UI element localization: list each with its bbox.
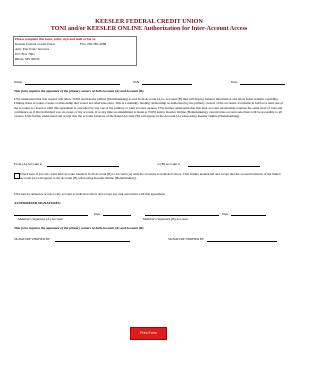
signature-b-date-field[interactable]: [231, 215, 266, 216]
signature-a-caption: Member's Signature (A) Account: [18, 217, 63, 221]
access-terms-paragraph: I/We understand that this request will a…: [14, 97, 284, 119]
form-subtitle: TONI and/or KEESLER ONLINE Authorization…: [50, 25, 248, 32]
date-field[interactable]: [240, 84, 285, 85]
address-line-2: Attn: Electronic Services: [15, 47, 50, 51]
reverse-transfer-text: Check here if you also want inter-accoun…: [20, 172, 281, 181]
org-title: KEESLER FEDERAL CREDIT UNION: [95, 18, 203, 25]
signature-b-line[interactable]: [145, 215, 219, 216]
address-line-1: Keesler Federal Credit Union: [15, 42, 56, 46]
verified-by-a-label: SIGNATURE VERIFIED BY: [14, 237, 50, 241]
signature-a-date-field[interactable]: [103, 215, 131, 216]
ssn-label: SSN: [133, 80, 140, 84]
from-account-field[interactable]: [47, 166, 119, 167]
verified-by-a-field[interactable]: [55, 241, 130, 242]
instructions-text: Please complete this form, print, sign a…: [15, 37, 97, 41]
name-field[interactable]: [25, 84, 120, 85]
authorization-paragraph: I/We hereby authorize access to my accou…: [14, 192, 166, 196]
to-account-field[interactable]: [188, 166, 260, 167]
verified-by-b-label: SIGNATURE VERIFIED BY: [168, 237, 204, 241]
date-label: Date: [231, 80, 238, 84]
signature-requirement-notice-2: This form requires the signature of the …: [14, 226, 145, 230]
from-account-label: From (A) Account #: [14, 162, 42, 166]
signature-b-caption: Member's Signature (B) Account: [143, 217, 188, 221]
signature-requirement-notice: This form requires the signature of the …: [14, 89, 145, 93]
signature-b-date-label: Date: [222, 212, 229, 216]
fax-number: Fax: 228-385-4968: [80, 42, 107, 46]
address-line-4: Biloxi, MS 39534: [15, 57, 40, 61]
authorized-signatures-heading: AUTHORIZED SIGNATURES:: [14, 201, 61, 205]
print-form-button[interactable]: Print Form: [130, 327, 167, 340]
to-account-label: to (B) Account #: [157, 162, 180, 166]
verified-by-b-field[interactable]: [207, 241, 277, 242]
name-label: Name: [14, 80, 23, 84]
ssn-field[interactable]: [142, 84, 192, 85]
address-line-3: P.O. Box 7001: [15, 52, 35, 56]
signature-a-line[interactable]: [14, 215, 88, 216]
signature-a-date-label: Date: [94, 212, 101, 216]
